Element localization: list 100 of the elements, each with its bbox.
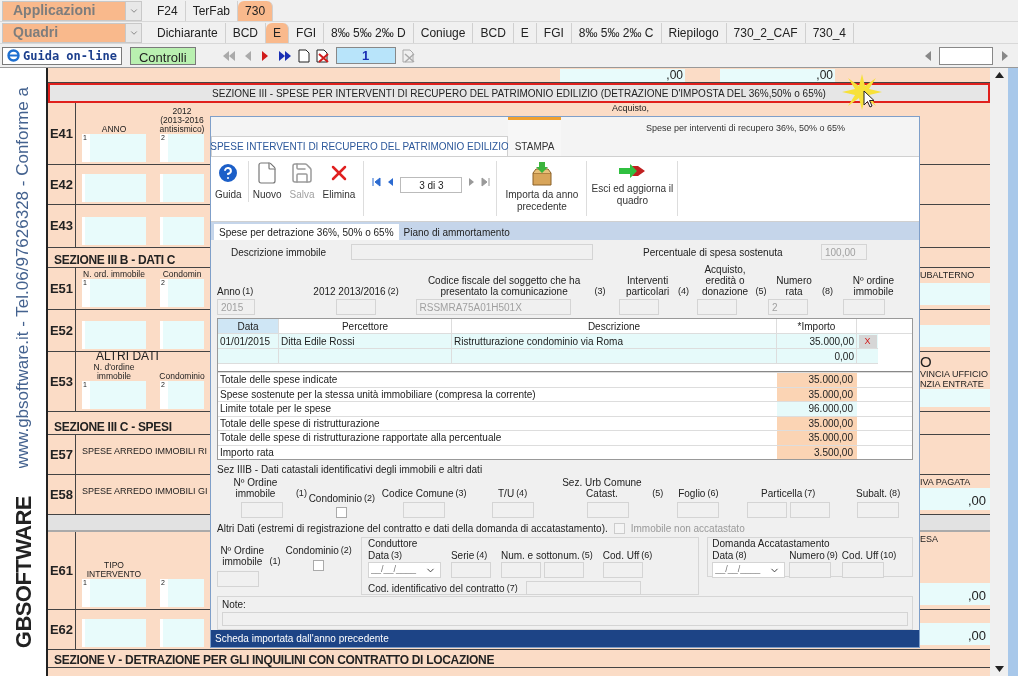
amount-field[interactable]: ,00 [920,488,990,510]
help-online-button[interactable]: Guida on-line [2,46,122,65]
total-value: 35.000,00 [777,373,857,387]
last-record-icon[interactable] [481,177,491,187]
date-picker[interactable]: __/__/____ [367,562,441,578]
text-field[interactable] [450,562,491,578]
input-field[interactable] [85,217,146,245]
input-field[interactable] [167,134,204,162]
ribbon-tab[interactable]: SPESE INTERVENTI DI RECUPERO DEL PATRIMONIO EDILIZIO [211,136,508,156]
toolbar-button[interactable]: Elimina [318,161,360,202]
text-field[interactable] [841,562,884,578]
tab[interactable]: E [513,23,537,43]
text-field[interactable] [351,244,593,260]
tab[interactable]: 730_2_CAF [726,23,806,43]
toolbar-button[interactable]: Esci ed aggiorna il quadro [586,161,679,216]
toolbar-button[interactable]: Nuovo [248,161,286,202]
toolbar-button[interactable]: Guida [211,161,249,202]
input-field[interactable] [167,381,204,409]
amount-field[interactable]: ,00 [920,623,990,645]
tab[interactable]: BCD [473,23,514,43]
amount-field[interactable]: ,00 [560,69,685,82]
text-field[interactable] [240,502,283,518]
text-field[interactable] [789,502,830,518]
text-field[interactable] [843,299,886,315]
text-field[interactable] [403,502,446,518]
tab[interactable]: F24 [150,1,186,21]
text-field[interactable] [746,502,787,518]
tab[interactable]: 8‰ 5‰ 2‰ C [571,23,662,43]
input-field[interactable] [89,381,146,409]
text-field[interactable] [543,562,584,578]
tab[interactable]: 730_4 [805,23,854,43]
input-field[interactable] [85,321,146,349]
input-field[interactable] [163,174,204,202]
tab[interactable]: Spese per detrazione 36%, 50% o 65% [214,224,399,240]
tab[interactable]: Riepilogo [661,23,727,43]
row-code: E51 [49,279,74,298]
scroll-up-icon[interactable] [994,72,1004,78]
input-field[interactable] [163,321,204,349]
input-field[interactable] [85,174,146,202]
amount-field[interactable]: ,00 [720,69,835,82]
input-field[interactable] [167,579,204,607]
first-record-icon[interactable] [372,177,382,187]
amount-field[interactable] [920,389,990,407]
text-field[interactable] [336,299,376,315]
search-field[interactable] [939,46,993,65]
text-field[interactable] [491,502,534,518]
page-icon[interactable] [297,48,310,63]
input-field[interactable] [89,134,146,162]
tab[interactable]: 8‰ 5‰ 2‰ D [324,23,414,43]
tab[interactable]: FGI [536,23,572,43]
next-record-icon[interactable] [468,177,476,187]
text-field[interactable] [619,299,660,315]
amount-field[interactable] [920,325,990,347]
field-label: Cod. identificativo del contratto [367,582,505,594]
checkbox[interactable] [336,507,348,518]
text-field[interactable] [677,502,720,518]
input-field[interactable] [89,279,146,307]
tab[interactable]: 730 [238,1,274,21]
controls-button[interactable]: Controlli [129,46,196,65]
checkbox[interactable] [313,560,325,571]
tab[interactable]: Dichiarante [150,23,226,43]
input-field[interactable] [89,579,146,607]
row-code: E58 [49,485,74,504]
input-field[interactable] [167,279,204,307]
text-field[interactable] [602,562,643,578]
input-field[interactable] [163,217,204,245]
amount-field[interactable]: ,00 [920,583,990,605]
scroll-right-icon[interactable] [999,49,1010,62]
tab[interactable]: E [266,23,290,43]
scroll-down-icon[interactable] [994,666,1004,672]
table-cell: 01/01/2015 [218,334,279,349]
disabled-page-icon [401,48,416,63]
tab[interactable]: Coniuge [413,23,474,43]
tab[interactable]: FGI [289,23,325,43]
total-value: 96.000,00 [777,402,857,416]
delete-page-icon[interactable] [315,48,330,63]
input-field[interactable] [85,619,146,647]
toolbar-button[interactable]: Importa da anno precedente [496,161,587,216]
text-field[interactable] [500,562,541,578]
delete-row-button[interactable]: X [858,334,877,348]
note-field[interactable] [222,612,908,626]
text-field[interactable] [696,299,737,315]
amount-field[interactable] [920,283,990,305]
row-label: SPESE ARREDO IMMOBILI GI [82,484,209,498]
page-number-field[interactable]: 1 [335,47,396,64]
column-header[interactable]: Data [218,319,279,333]
previous-record-icon[interactable] [387,177,395,187]
record-counter[interactable]: 3 di 3 [400,177,463,193]
date-field[interactable]: __/__/____ [368,563,425,577]
text-field[interactable] [789,562,832,578]
date-field[interactable]: __/__/____ [713,563,770,577]
tab[interactable]: Piano di ammortamento [398,224,515,240]
text-field[interactable] [857,502,900,518]
table-cell [218,349,279,364]
field-note: (10) [880,550,897,561]
date-picker[interactable]: __/__/____ [712,562,786,578]
text-field[interactable] [217,571,259,587]
text-field[interactable] [587,502,630,518]
input-field[interactable] [163,619,204,647]
text-field[interactable] [525,581,641,595]
